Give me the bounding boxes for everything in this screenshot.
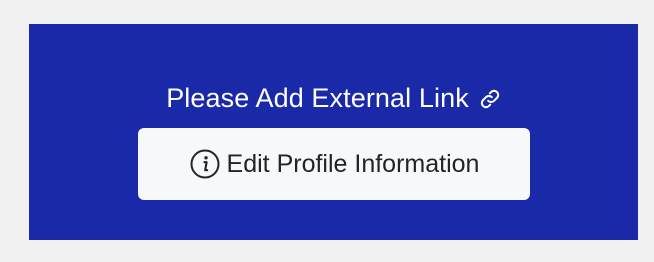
edit-profile-button[interactable]: Edit Profile Information [138,128,530,200]
banner-headline: Please Add External Link [29,78,638,118]
external-link-banner: Please Add External Link Edit Profile In… [29,24,638,240]
banner-message: Please Add External Link [166,82,469,113]
page-frame: Please Add External Link Edit Profile In… [0,0,654,262]
link-icon[interactable] [479,88,501,110]
info-circle-icon [189,148,221,180]
edit-profile-label: Edit Profile Information [226,149,480,178]
